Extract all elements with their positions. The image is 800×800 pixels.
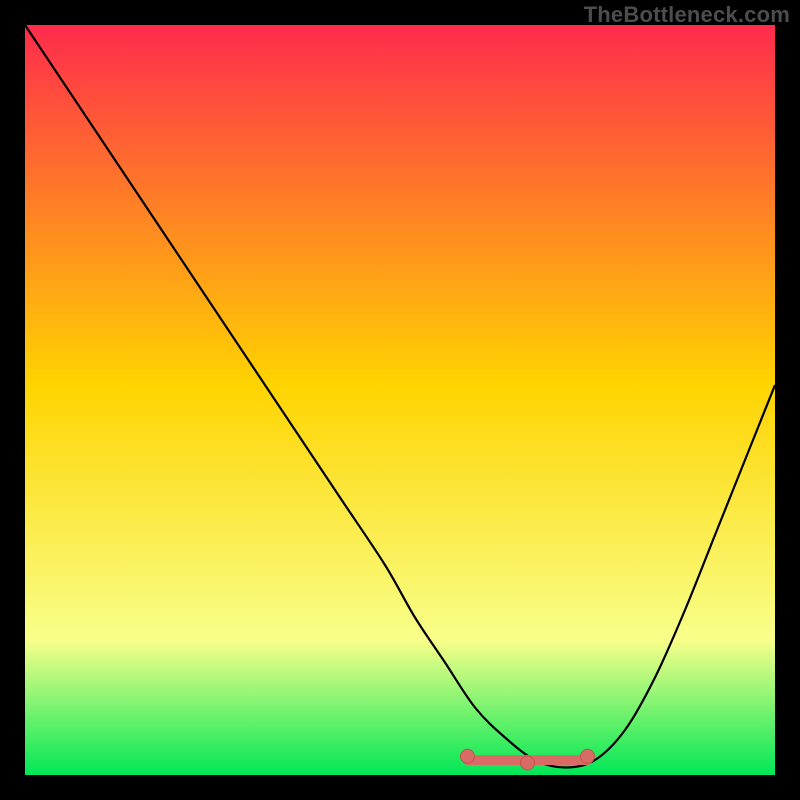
chart-svg: [25, 25, 775, 775]
marker-dot: [521, 756, 535, 770]
chart-frame: TheBottleneck.com: [0, 0, 800, 800]
plot-area: [25, 25, 775, 775]
marker-dot: [581, 749, 595, 763]
marker-dot: [461, 749, 475, 763]
